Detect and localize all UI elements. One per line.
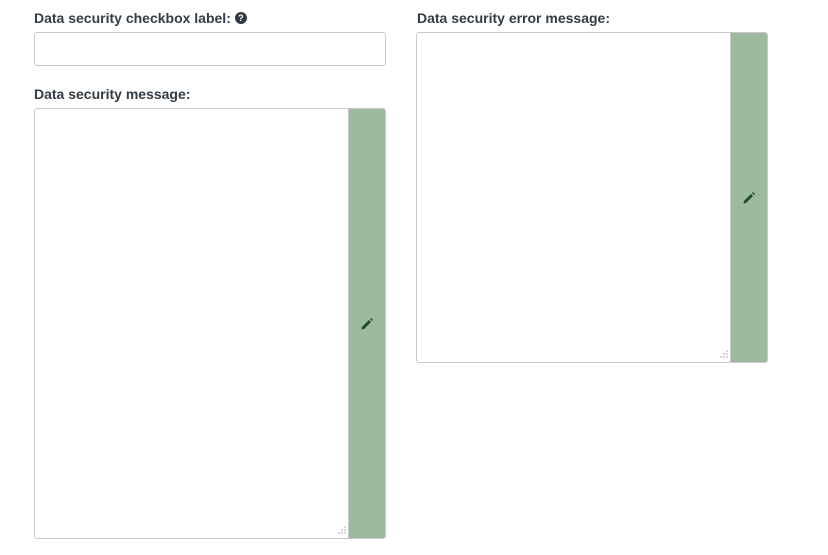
message-label-text: Data security message:	[34, 86, 191, 102]
checkbox-label-input[interactable]	[34, 32, 386, 66]
error-label-text: Data security error message:	[417, 10, 610, 26]
error-label-heading: Data security error message:	[417, 10, 610, 26]
checkbox-label-text: Data security checkbox label:	[34, 10, 231, 26]
question-circle-icon[interactable]: ?	[234, 12, 247, 24]
message-textarea[interactable]	[35, 109, 349, 538]
error-editor	[416, 32, 768, 363]
pencil-icon	[743, 191, 755, 203]
pencil-icon	[361, 317, 373, 329]
resize-grip-icon[interactable]	[719, 349, 729, 359]
checkbox-label-heading: Data security checkbox label: ?	[34, 10, 247, 26]
message-editor	[34, 108, 386, 539]
resize-grip-icon[interactable]	[337, 525, 347, 535]
message-label-heading: Data security message:	[34, 86, 190, 102]
error-textarea[interactable]	[417, 33, 731, 362]
message-edit-button[interactable]	[348, 109, 385, 538]
error-edit-button[interactable]	[730, 33, 767, 362]
